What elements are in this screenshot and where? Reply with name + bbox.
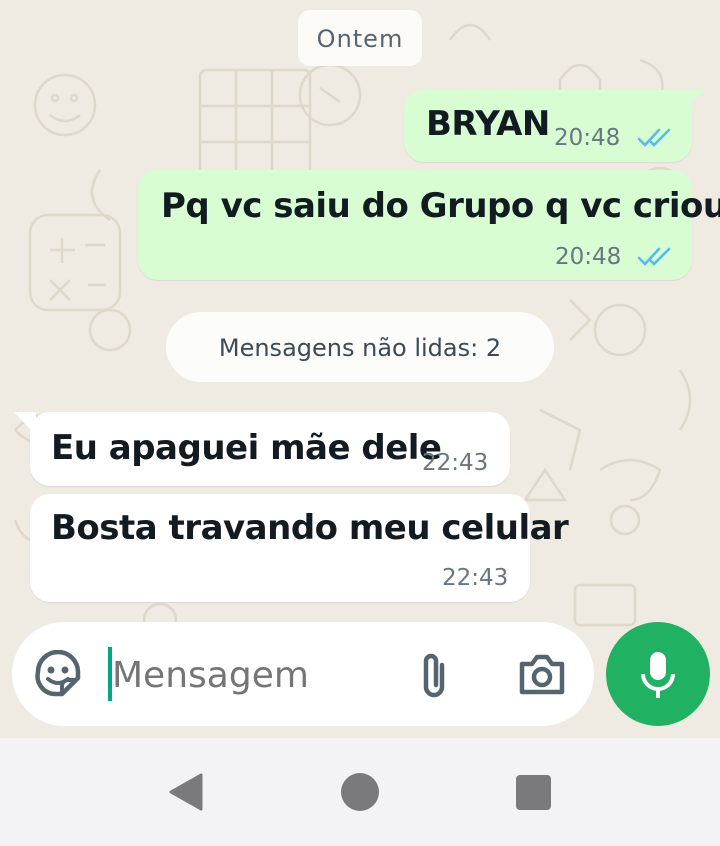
message-input[interactable] xyxy=(110,644,404,706)
sticker-icon[interactable] xyxy=(34,650,84,700)
message-bubble-incoming[interactable]: Bosta travando meu celular 22:43 xyxy=(30,494,569,602)
read-ticks-icon xyxy=(637,128,671,147)
back-icon[interactable] xyxy=(167,772,207,812)
date-separator: Ontem xyxy=(298,10,422,66)
message-text: Eu apaguei mãe dele xyxy=(51,428,442,468)
message-time: 20:48 xyxy=(555,244,622,270)
read-ticks-icon xyxy=(637,247,671,266)
message-composer xyxy=(12,622,594,726)
message-text: Pq vc saiu do Grupo q vc criou? xyxy=(161,186,720,226)
home-icon[interactable] xyxy=(341,773,379,811)
unread-messages-banner: Mensagens não lidas: 2 xyxy=(166,312,554,382)
system-navigation-bar xyxy=(0,738,720,846)
attach-icon[interactable] xyxy=(416,649,452,701)
chat-area: Ontem BRYAN 20:48 Pq vc saiu do Grupo q … xyxy=(0,0,720,738)
message-text: Bosta travando meu celular xyxy=(51,508,569,548)
message-time: 22:43 xyxy=(422,450,489,476)
mic-icon xyxy=(641,652,675,698)
message-text: BRYAN xyxy=(426,104,550,144)
message-bubble-outgoing[interactable]: Pq vc saiu do Grupo q vc criou? 20:48 xyxy=(138,170,720,280)
message-bubble-incoming[interactable]: Eu apaguei mãe dele 22:43 xyxy=(30,412,510,486)
voice-message-button[interactable] xyxy=(606,622,710,726)
recents-icon[interactable] xyxy=(516,775,551,810)
message-time: 22:43 xyxy=(442,565,509,591)
camera-icon[interactable] xyxy=(518,652,566,696)
message-bubble-outgoing[interactable]: BRYAN 20:48 xyxy=(404,90,692,162)
message-time: 20:48 xyxy=(554,125,621,151)
